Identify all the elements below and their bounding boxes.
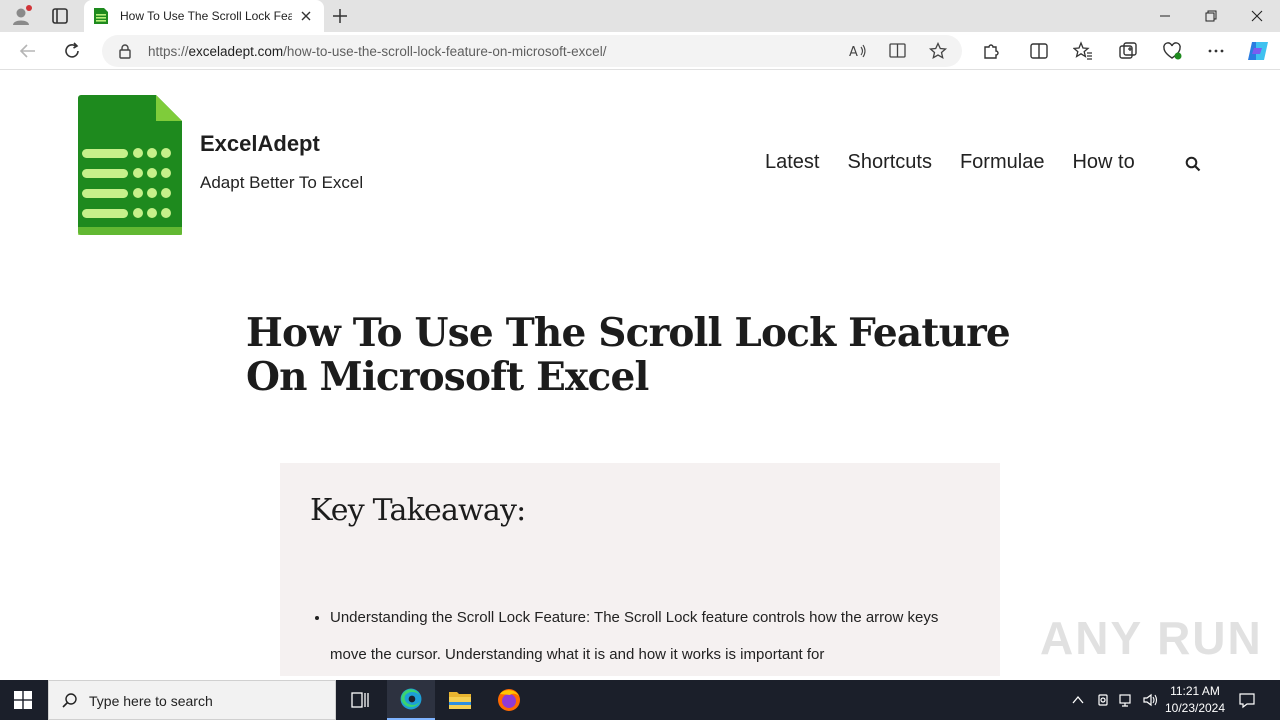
windows-start-icon[interactable] [14, 691, 32, 709]
main-menu: Latest Shortcuts Formulae How to [765, 151, 1135, 174]
system-clock[interactable]: 11:21 AM 10/23/2024 [1160, 683, 1230, 717]
notification-icon[interactable] [1238, 691, 1256, 709]
address-bar[interactable]: https://exceladept.com/how-to-use-the-sc… [102, 35, 962, 67]
menu-item-formulae[interactable]: Formulae [960, 151, 1044, 174]
svg-text:A: A [849, 45, 858, 60]
restore-icon[interactable] [1188, 0, 1234, 32]
excel-favicon [94, 8, 108, 24]
taskbar: Type here to search 11:21 AM 10/23/2024 [0, 680, 1280, 720]
address-toolbar: https://exceladept.com/how-to-use-the-sc… [0, 32, 1280, 70]
clock-time: 11:21 AM [1170, 684, 1220, 698]
volume-icon[interactable] [1142, 692, 1158, 708]
menu-item-shortcuts[interactable]: Shortcuts [847, 151, 931, 174]
clock-date: 10/23/2024 [1164, 701, 1226, 715]
star-icon[interactable] [928, 42, 948, 60]
immersive-reader-icon[interactable] [888, 42, 908, 60]
split-screen-icon[interactable] [1029, 41, 1049, 61]
search-icon [62, 693, 77, 708]
minimize-icon[interactable] [1142, 0, 1188, 32]
site-tagline: Adapt Better To Excel [200, 173, 364, 192]
taskbar-search-placeholder: Type here to search [89, 693, 213, 709]
more-icon[interactable] [1206, 41, 1226, 61]
extensions-icon[interactable] [981, 41, 1001, 61]
tab-actions-icon[interactable] [48, 5, 72, 27]
file-explorer-icon[interactable] [436, 680, 484, 720]
network-icon[interactable] [1118, 692, 1134, 708]
search-icon[interactable] [1185, 156, 1201, 172]
key-takeaway-box: Key Takeaway: Understanding the Scroll L… [280, 463, 1000, 676]
site-brand[interactable]: ExcelAdept [200, 131, 320, 157]
url-text[interactable]: https://exceladept.com/how-to-use-the-sc… [148, 44, 606, 59]
list-item: Understanding the Scroll Lock Feature: T… [330, 599, 970, 673]
chevron-up-icon[interactable] [1070, 692, 1086, 708]
takeaway-heading: Key Takeaway: [310, 493, 526, 528]
article-title: How To Use The Scroll Lock Feature On Mi… [246, 310, 1011, 400]
title-bar: How To Use The Scroll Lock Feature On Mi… [0, 0, 1280, 32]
profile-icon[interactable] [10, 5, 32, 27]
favorites-icon[interactable] [1073, 41, 1093, 61]
back-icon[interactable] [17, 40, 39, 62]
tab-title: How To Use The Scroll Lock Feature On Mi… [120, 9, 292, 23]
copilot-icon[interactable] [1246, 40, 1270, 62]
close-window-icon[interactable] [1234, 0, 1280, 32]
close-icon[interactable] [298, 8, 314, 24]
firefox-icon[interactable] [485, 680, 533, 720]
task-view-icon[interactable] [336, 680, 384, 720]
performance-icon[interactable] [1162, 41, 1182, 61]
lock-icon[interactable] [118, 43, 132, 59]
takeaway-list: Understanding the Scroll Lock Feature: T… [330, 599, 970, 673]
menu-item-how-to[interactable]: How to [1072, 151, 1134, 174]
security-icon[interactable] [1095, 692, 1111, 708]
edge-icon[interactable] [387, 680, 435, 720]
read-aloud-icon[interactable]: A [848, 42, 868, 60]
plus-icon[interactable] [330, 6, 350, 26]
taskbar-search-box[interactable]: Type here to search [48, 680, 336, 720]
collections-icon[interactable] [1118, 41, 1138, 61]
exceladept-logo-icon[interactable] [78, 95, 182, 235]
anyrun-watermark: ANY RUN [1040, 612, 1263, 664]
refresh-icon[interactable] [61, 40, 83, 62]
menu-item-latest[interactable]: Latest [765, 151, 819, 174]
browser-tab[interactable]: How To Use The Scroll Lock Feature On Mi… [84, 0, 324, 32]
web-page: ExcelAdept Adapt Better To Excel Latest … [4, 71, 1276, 676]
